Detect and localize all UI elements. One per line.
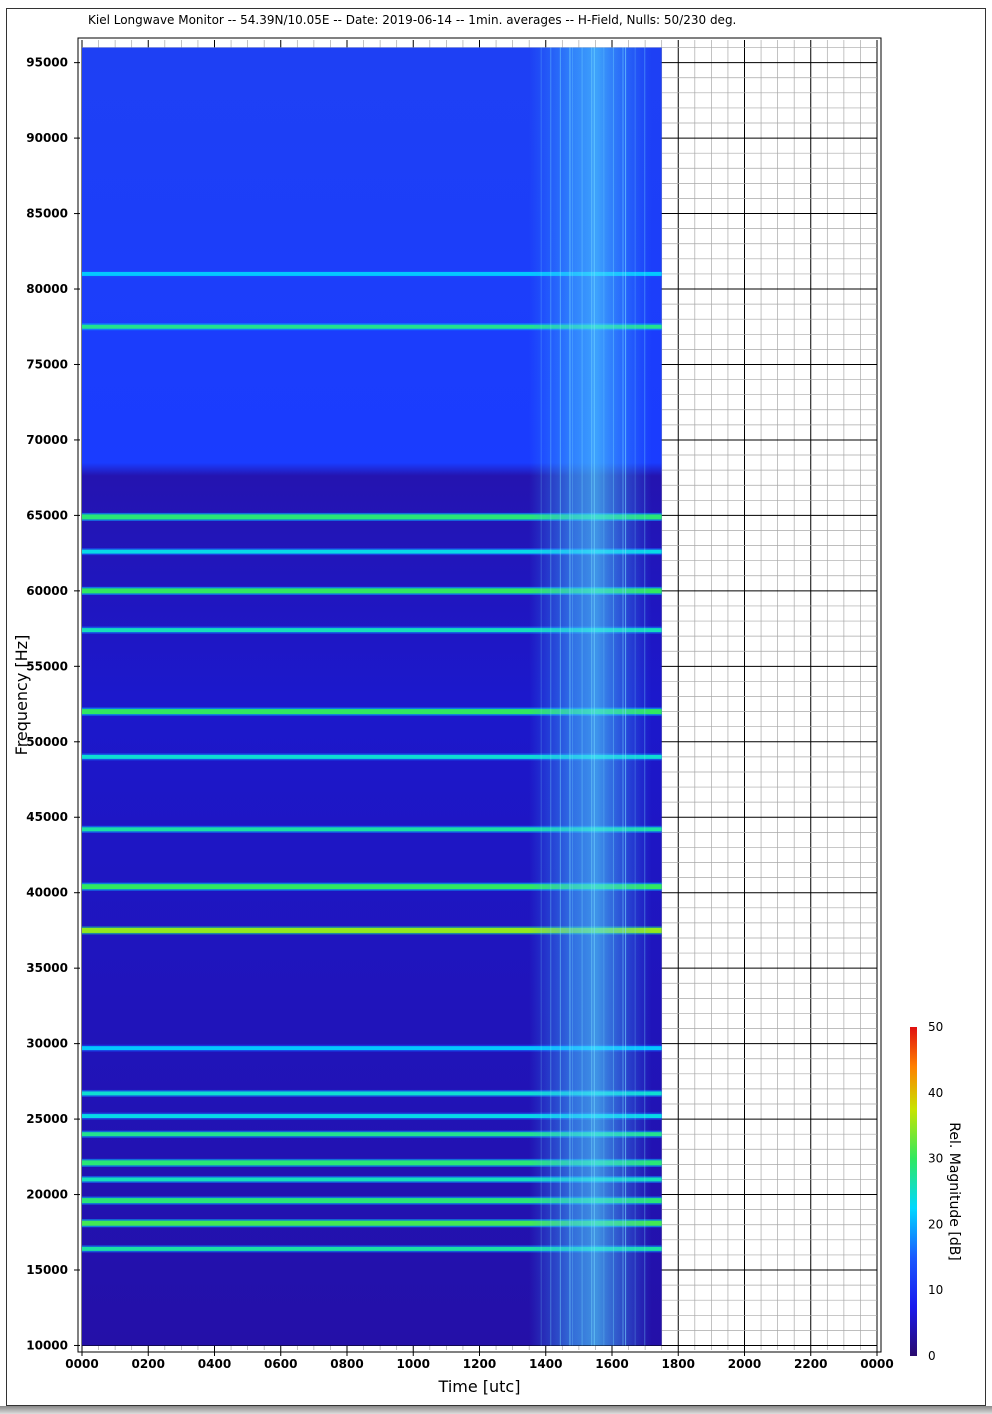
- y-tick-label: 90000: [26, 131, 68, 145]
- y-tick-label: 60000: [26, 584, 68, 598]
- y-tick-label: 75000: [26, 357, 68, 371]
- x-tick-label: 0000: [860, 1357, 893, 1371]
- y-axis-label: Frequency [Hz]: [12, 635, 31, 756]
- y-tick-label: 55000: [26, 659, 68, 673]
- y-tick-label: 50000: [26, 735, 68, 749]
- y-tick-label: 45000: [26, 810, 68, 824]
- y-tick-label: 95000: [26, 56, 68, 70]
- x-tick-label: 2000: [728, 1357, 761, 1371]
- x-tick-label: 2200: [794, 1357, 827, 1371]
- x-tick-label: 1200: [463, 1357, 496, 1371]
- colorbar-tick-label: 20: [928, 1217, 943, 1231]
- window-bottom-edge: [0, 1406, 992, 1414]
- colorbar: 0 10 20 30 40 50 Rel. Magnitude [dB]: [910, 1020, 962, 1363]
- grid: [81, 40, 878, 1350]
- x-tick-label: 0000: [65, 1357, 98, 1371]
- x-tick-label: 0400: [198, 1357, 231, 1371]
- y-tick-label: 85000: [26, 207, 68, 221]
- x-tick-label: 0800: [330, 1357, 363, 1371]
- y-tick-label: 30000: [26, 1037, 68, 1051]
- plot-area-overlay: [82, 47, 662, 1346]
- y-tick-label: 10000: [26, 1338, 68, 1352]
- x-tick-label: 1600: [595, 1357, 628, 1371]
- colorbar-tick-label: 30: [928, 1152, 943, 1166]
- y-tick-label: 15000: [26, 1263, 68, 1277]
- colorbar-tick-label: 0: [928, 1349, 936, 1363]
- y-tick-label: 80000: [26, 282, 68, 296]
- spectrogram-chart: 0000 0200 0400 0600 0800 1000 1200 1400 1600 1800…: [12, 37, 962, 1396]
- colorbar-tick-label: 40: [928, 1086, 943, 1100]
- x-tick-label: 0600: [264, 1357, 297, 1371]
- y-tick-label: 40000: [26, 886, 68, 900]
- y-tick-label: 35000: [26, 961, 68, 975]
- colorbar-tick-label: 50: [928, 1020, 943, 1034]
- x-tick-label: 1800: [662, 1357, 695, 1371]
- colorbar-gradient: [910, 1027, 917, 1356]
- colorbar-tick-label: 10: [928, 1283, 943, 1297]
- y-tick-label: 65000: [26, 508, 68, 522]
- noise-band: [529, 47, 652, 1346]
- y-tick-label: 25000: [26, 1112, 68, 1126]
- x-tick-label: 0200: [132, 1357, 165, 1371]
- colorbar-label: Rel. Magnitude [dB]: [946, 1122, 962, 1261]
- x-axis-label: Time [utc]: [438, 1377, 521, 1396]
- x-tick-label: 1000: [397, 1357, 430, 1371]
- y-tick-label: 20000: [26, 1188, 68, 1202]
- x-tick-label: 1400: [529, 1357, 562, 1371]
- y-tick-label: 70000: [26, 433, 68, 447]
